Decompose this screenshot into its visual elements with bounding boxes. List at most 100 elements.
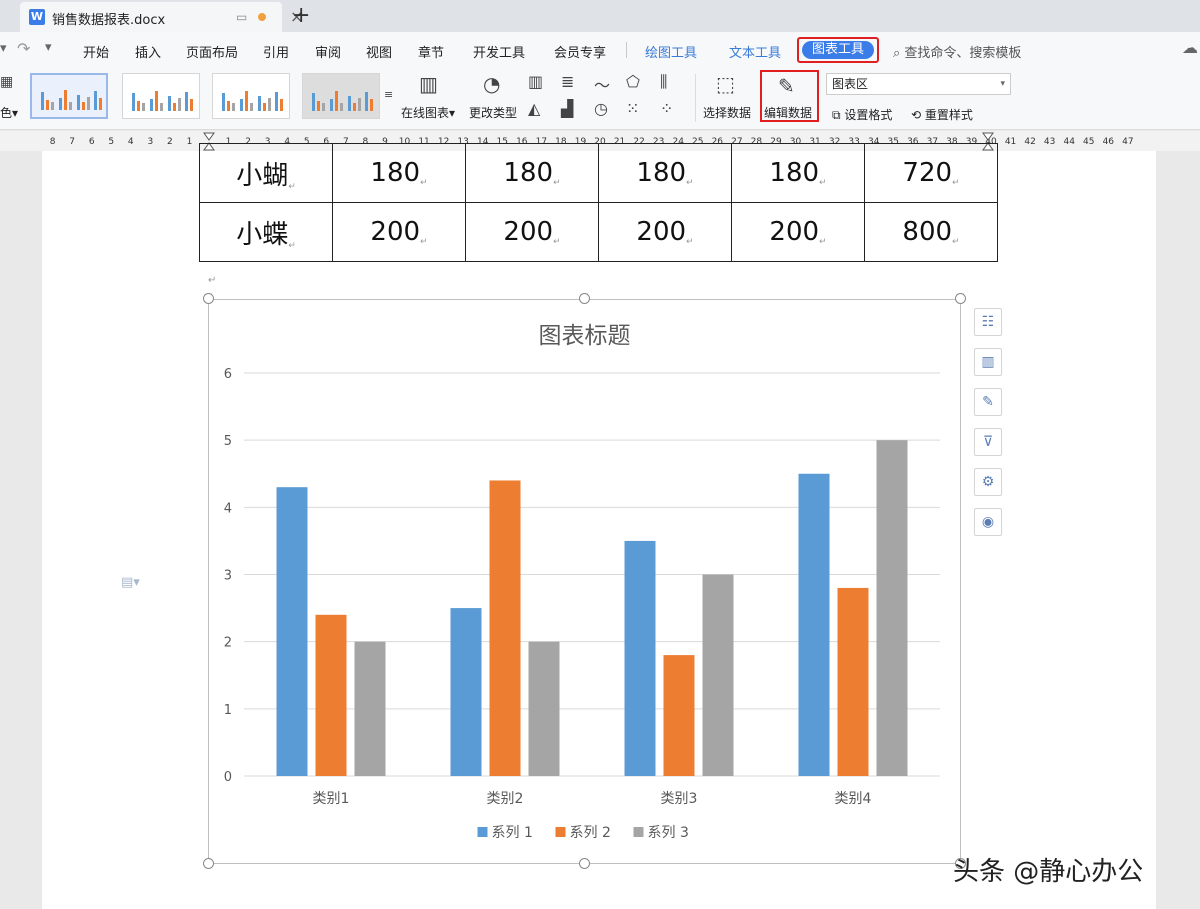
bubble-chart-icon[interactable]: ⁘ bbox=[660, 99, 673, 118]
quick-access-dropdown-icon[interactable]: ▾ bbox=[45, 40, 52, 55]
bar[interactable] bbox=[489, 480, 521, 776]
legend-label[interactable]: 系列 2 bbox=[570, 825, 611, 841]
area-chart-icon[interactable]: ◭ bbox=[528, 99, 540, 118]
menu-item-home[interactable]: 开始 bbox=[83, 42, 109, 61]
change-type-button[interactable]: 更改类型 bbox=[469, 104, 517, 121]
table-cell-name[interactable]: 小蝶↵ bbox=[199, 202, 333, 262]
line-chart-icon[interactable]: 〜 bbox=[594, 72, 610, 96]
bar-chart-icon[interactable]: ≣ bbox=[561, 72, 574, 91]
menu-item-page-layout[interactable]: 页面布局 bbox=[186, 42, 238, 61]
y-tick-label[interactable]: 3 bbox=[224, 569, 232, 584]
layout-options-icon[interactable]: ▤▾ bbox=[121, 575, 140, 590]
menu-item-chart-tools[interactable]: 图表工具 bbox=[797, 37, 879, 63]
bar[interactable] bbox=[702, 574, 734, 777]
bar[interactable] bbox=[276, 487, 308, 776]
brush-icon[interactable]: ✎ bbox=[974, 388, 1002, 416]
legend-label[interactable]: 系列 3 bbox=[648, 825, 689, 841]
menu-item-insert[interactable]: 插入 bbox=[135, 42, 161, 61]
legend-swatch[interactable] bbox=[633, 827, 644, 837]
x-tick-label[interactable]: 类别2 bbox=[487, 791, 524, 807]
pie-chart-icon[interactable]: ◷ bbox=[594, 99, 608, 118]
table-cell-name[interactable]: 小蝴↵ bbox=[199, 143, 333, 203]
table-cell-text: 小蝶 bbox=[236, 219, 289, 250]
chart-style-icon[interactable]: ▥ bbox=[974, 348, 1002, 376]
y-tick-label[interactable]: 1 bbox=[224, 703, 232, 718]
menu-item-developer[interactable]: 开发工具 bbox=[473, 42, 525, 61]
legend-label[interactable]: 系列 1 bbox=[492, 825, 533, 841]
table-cell-text: 200 bbox=[636, 217, 687, 247]
idea-icon[interactable]: ◉ bbox=[974, 508, 1002, 536]
menu-item-view[interactable]: 视图 bbox=[366, 42, 392, 61]
stock-chart-icon[interactable]: ⫼ bbox=[660, 72, 667, 92]
bar[interactable] bbox=[354, 641, 386, 776]
bar[interactable] bbox=[837, 587, 869, 776]
chart-element-select[interactable]: 图表区 ▾ bbox=[826, 73, 1011, 95]
new-tab-button[interactable]: + bbox=[292, 3, 310, 28]
y-tick-label[interactable]: 0 bbox=[224, 770, 232, 785]
command-search[interactable]: ⌕ 查找命令、搜索模板 bbox=[893, 42, 1021, 61]
redo-dropdown-icon[interactable]: ▾ bbox=[0, 41, 7, 56]
menu-item-references[interactable]: 引用 bbox=[263, 42, 289, 61]
table-cell-value[interactable]: 200↵ bbox=[598, 202, 732, 262]
chart-style-2[interactable] bbox=[122, 73, 200, 119]
y-tick-label[interactable]: 2 bbox=[224, 636, 232, 651]
chart-style-4[interactable] bbox=[302, 73, 380, 119]
filter-icon[interactable]: ⊽ bbox=[974, 428, 1002, 456]
online-chart-button[interactable]: 在线图表▾ bbox=[401, 104, 455, 121]
x-tick-label[interactable]: 类别1 bbox=[313, 791, 350, 807]
menu-item-text-tools[interactable]: 文本工具 bbox=[729, 42, 781, 61]
table-cell-value[interactable]: 180↵ bbox=[598, 143, 732, 203]
table-cell-value[interactable]: 200↵ bbox=[465, 202, 599, 262]
menu-item-drawing-tools[interactable]: 绘图工具 bbox=[645, 42, 697, 61]
table-cell-value[interactable]: 200↵ bbox=[731, 202, 865, 262]
bar[interactable] bbox=[798, 473, 830, 776]
bar[interactable] bbox=[528, 641, 560, 776]
color-scheme-button[interactable]: 色▾ bbox=[0, 104, 18, 121]
bar-chart[interactable]: 0 1 2 3 4 5 6 类别1 类别2 类别3 类别4 系列 1 系列 2 系列 3 bbox=[208, 299, 961, 864]
scatter-chart-icon[interactable]: ⁙ bbox=[626, 99, 639, 118]
y-tick-label[interactable]: 4 bbox=[224, 501, 232, 516]
radar-chart-icon[interactable]: ⬠ bbox=[626, 72, 640, 91]
table-cell-value[interactable]: 180↵ bbox=[465, 143, 599, 203]
reset-style-button[interactable]: ⟲ 重置样式 bbox=[911, 106, 973, 123]
cloud-icon[interactable]: ☁ bbox=[1182, 38, 1198, 57]
column-chart-icon[interactable]: ▥ bbox=[528, 72, 543, 91]
table-cell-value[interactable]: 720↵ bbox=[864, 143, 998, 203]
menu-item-member[interactable]: 会员专享 bbox=[554, 42, 606, 61]
table-cell-text: 800 bbox=[902, 217, 953, 247]
chart-style-3[interactable] bbox=[212, 73, 290, 119]
x-tick-label[interactable]: 类别4 bbox=[835, 791, 872, 807]
table-cell-value[interactable]: 180↵ bbox=[332, 143, 466, 203]
x-tick-label[interactable]: 类别3 bbox=[661, 791, 698, 807]
cell-end-mark: ↵ bbox=[819, 178, 827, 188]
bar[interactable] bbox=[663, 655, 695, 776]
edit-data-button[interactable]: ✎ 编辑数据 bbox=[760, 70, 819, 122]
bar[interactable] bbox=[876, 440, 908, 776]
table-cell-value[interactable]: 180↵ bbox=[731, 143, 865, 203]
document-tab[interactable]: W 销售数据报表.docx ▭ × bbox=[20, 2, 303, 32]
combo-chart-icon[interactable]: ▟ bbox=[561, 99, 573, 118]
select-data-button[interactable]: 选择数据 bbox=[703, 104, 751, 121]
sales-data-table[interactable]: 小蝴↵ 180↵ 180↵ 180↵ 180↵ 720↵ 小蝶↵ 200↵ 200↵ 200↵ 20… bbox=[199, 143, 998, 262]
y-tick-label[interactable]: 6 bbox=[224, 367, 232, 382]
legend-swatch[interactable] bbox=[477, 827, 488, 837]
table-row[interactable]: 小蝴↵ 180↵ 180↵ 180↵ 180↵ 720↵ bbox=[199, 143, 998, 203]
color-scheme-icon[interactable]: ▦ bbox=[0, 74, 13, 90]
bar[interactable] bbox=[624, 540, 656, 776]
chart-elements-icon[interactable]: ☷ bbox=[974, 308, 1002, 336]
table-cell-value[interactable]: 200↵ bbox=[332, 202, 466, 262]
more-styles-icon[interactable]: ≡ bbox=[384, 88, 393, 101]
y-tick-label[interactable]: 5 bbox=[224, 434, 232, 449]
menu-item-chapter[interactable]: 章节 bbox=[418, 42, 444, 61]
monitor-icon[interactable]: ▭ bbox=[236, 10, 247, 24]
legend-swatch[interactable] bbox=[555, 827, 566, 837]
table-row[interactable]: 小蝶↵ 200↵ 200↵ 200↵ 200↵ 800↵ bbox=[199, 202, 998, 262]
bar[interactable] bbox=[450, 608, 482, 776]
menu-item-review[interactable]: 审阅 bbox=[315, 42, 341, 61]
settings-icon[interactable]: ⚙ bbox=[974, 468, 1002, 496]
redo-icon[interactable]: ↷ bbox=[17, 39, 30, 58]
set-format-button[interactable]: ⧉ 设置格式 bbox=[832, 106, 892, 123]
table-cell-value[interactable]: 800↵ bbox=[864, 202, 998, 262]
chart-style-1[interactable] bbox=[30, 73, 108, 119]
bar[interactable] bbox=[315, 614, 347, 776]
